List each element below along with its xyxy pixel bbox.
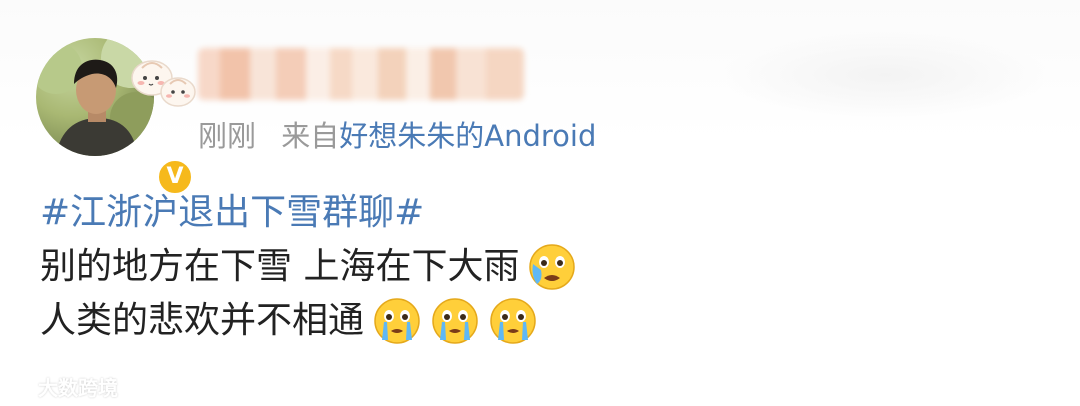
crying-face-icon [527,242,577,292]
post-text-line-2: 别的地方在下雪 上海在下大雨 [40,246,520,287]
hashtag-link[interactable]: #江浙沪退出下雪群聊# [40,186,424,240]
post-line-hashtag: #江浙沪退出下雪群聊# [40,186,577,240]
header-background-blur [720,30,1050,120]
author-avatar-group[interactable]: V [36,38,196,196]
post-source-prefix: 来自 [281,119,340,153]
post-text-line-3: 人类的悲欢并不相通 [40,300,365,341]
weibo-post-card: V 刚刚 来自好想朱朱的Android #江浙沪退出下雪群聊# 别的地方在下雪 … [0,0,1080,406]
watermark-brand: 大数跨境 [38,375,118,400]
post-line-3: 人类的悲欢并不相通 [40,294,577,348]
watermark: 大数跨境 [8,372,118,400]
crying-face-icon [372,296,422,346]
username-blurred[interactable] [198,48,524,100]
post-timestamp: 刚刚 [198,119,257,153]
avatar-pendant-buns-icon [128,56,198,108]
post-meta: 刚刚 来自好想朱朱的Android [198,116,596,156]
post-line-2: 别的地方在下雪 上海在下大雨 [40,240,577,294]
crying-face-icon [488,296,538,346]
post-source-device-link[interactable]: 好想朱朱的Android [339,119,596,153]
post-content: #江浙沪退出下雪群聊# 别的地方在下雪 上海在下大雨 人类的悲欢并不相通 [40,186,577,348]
crying-face-icon [430,296,480,346]
weibo-logo-icon [8,377,32,397]
